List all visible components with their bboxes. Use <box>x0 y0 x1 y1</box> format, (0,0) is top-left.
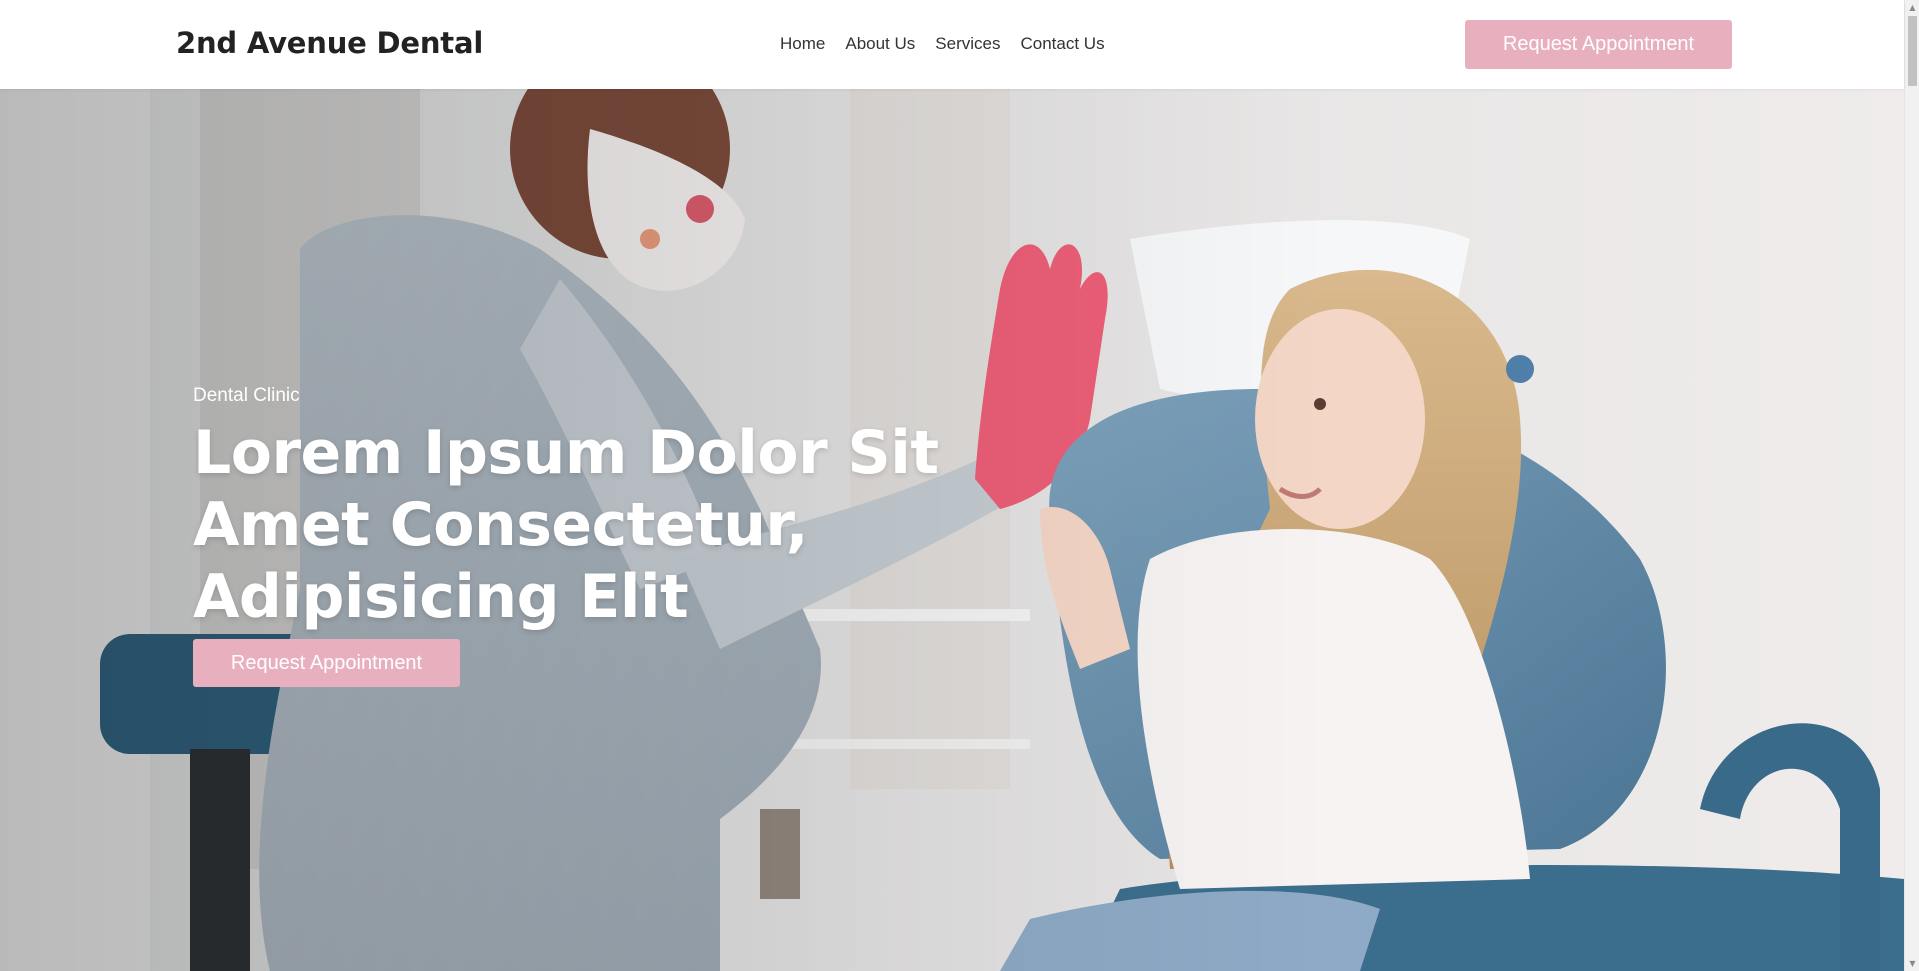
scroll-up-arrow-icon[interactable]: ▲ <box>1905 0 1919 15</box>
scrollbar-thumb[interactable] <box>1908 16 1917 86</box>
site-logo-text[interactable]: 2nd Avenue Dental <box>176 26 483 60</box>
hero-title: Lorem Ipsum Dolor Sit Amet Consectetur, … <box>193 417 953 633</box>
hero-title-line-1: Lorem Ipsum Dolor Sit <box>193 418 939 488</box>
scroll-down-arrow-icon[interactable]: ▼ <box>1905 956 1919 971</box>
hero-title-line-3: Adipisicing Elit <box>193 562 689 632</box>
hero-request-appointment-button[interactable]: Request Appointment <box>193 639 460 687</box>
header-request-appointment-button[interactable]: Request Appointment <box>1465 20 1732 69</box>
main-nav: Home About Us Services Contact Us <box>780 34 1105 54</box>
nav-link-home[interactable]: Home <box>780 34 825 54</box>
nav-link-about-us[interactable]: About Us <box>845 34 915 54</box>
page-scrollbar[interactable]: ▲ ▼ <box>1904 0 1919 971</box>
site-header: 2nd Avenue Dental Home About Us Services… <box>0 0 1904 89</box>
hero-section: Dental Clinic Lorem Ipsum Dolor Sit Amet… <box>0 89 1904 971</box>
hero-title-line-2: Amet Consectetur, <box>193 490 809 560</box>
hero-content: Dental Clinic Lorem Ipsum Dolor Sit Amet… <box>193 385 953 687</box>
nav-link-contact-us[interactable]: Contact Us <box>1020 34 1104 54</box>
nav-link-services[interactable]: Services <box>935 34 1000 54</box>
hero-eyebrow: Dental Clinic <box>193 385 300 406</box>
